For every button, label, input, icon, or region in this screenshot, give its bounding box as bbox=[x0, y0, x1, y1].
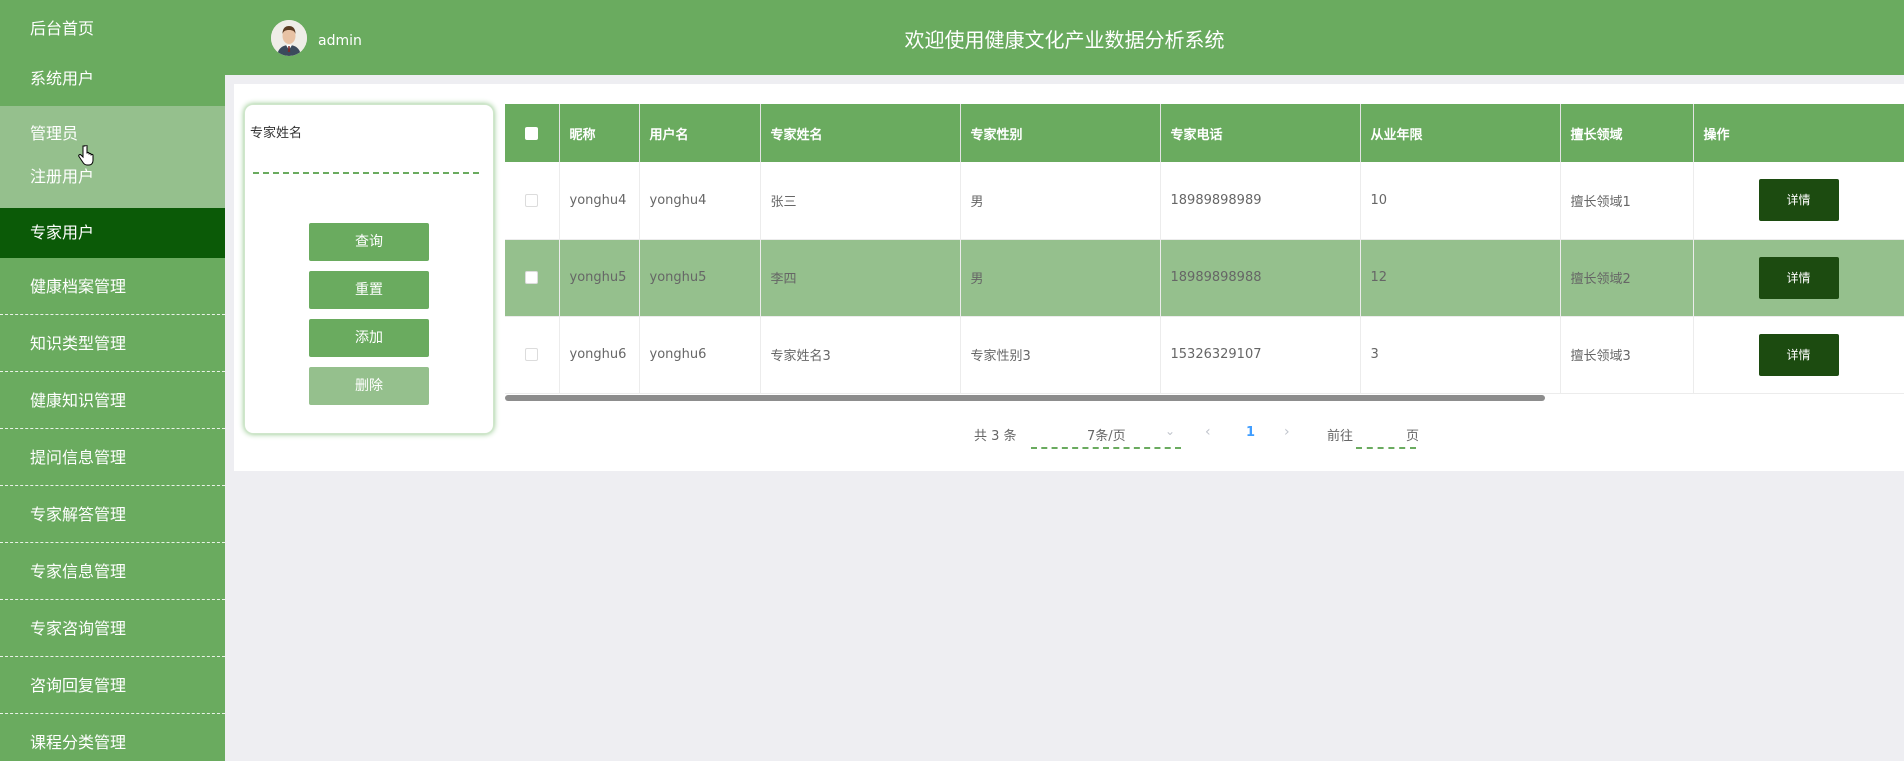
mouse-cursor-icon bbox=[78, 145, 94, 166]
expert-name-label: 专家姓名 bbox=[250, 126, 303, 141]
checkbox-icon bbox=[525, 271, 539, 284]
checkbox-icon bbox=[525, 126, 539, 140]
cell-expert-name: 张三 bbox=[760, 162, 961, 240]
cell-expert-name: 专家姓名3 bbox=[760, 316, 961, 394]
search-panel: 专家姓名 查询 重置 添加 删除 bbox=[244, 104, 494, 434]
cell-field: 擅长领域2 bbox=[1560, 239, 1694, 317]
cell-nickname: yonghu6 bbox=[559, 316, 640, 394]
column-header: 操作 bbox=[1693, 104, 1904, 162]
reset-button[interactable]: 重置 bbox=[309, 271, 429, 309]
column-header: 擅长领域 bbox=[1560, 104, 1694, 162]
sidebar-submenu: 管理员 注册用户 bbox=[0, 106, 225, 208]
add-button[interactable]: 添加 bbox=[309, 319, 429, 357]
sidebar-item-health-knowledge[interactable]: 健康知识管理 bbox=[0, 372, 225, 429]
sidebar-item-expert-answers[interactable]: 专家解答管理 bbox=[0, 486, 225, 543]
cell-gender: 男 bbox=[960, 239, 1161, 317]
select-all-checkbox[interactable] bbox=[505, 104, 560, 162]
column-header: 专家电话 bbox=[1160, 104, 1361, 162]
delete-button[interactable]: 删除 bbox=[309, 367, 429, 405]
cell-gender: 男 bbox=[960, 162, 1161, 240]
top-header: admin 欢迎使用健康文化产业数据分析系统 bbox=[225, 0, 1904, 75]
detail-button[interactable]: 详情 bbox=[1758, 179, 1839, 222]
sidebar-item-knowledge-types[interactable]: 知识类型管理 bbox=[0, 315, 225, 372]
column-header: 用户名 bbox=[639, 104, 761, 162]
sidebar-item-home[interactable]: 后台首页 bbox=[0, 0, 225, 56]
chevron-down-icon: ⌄ bbox=[1165, 424, 1176, 438]
cell-field: 擅长领域1 bbox=[1560, 162, 1694, 240]
cell-actions: 详情 bbox=[1693, 162, 1904, 240]
table-row: yonghu5 yonghu5 李四 男 18989898988 12 擅长领域… bbox=[505, 239, 1904, 317]
page-number-current[interactable]: 1 bbox=[1246, 425, 1255, 440]
sidebar-item-consult-replies[interactable]: 咨询回复管理 bbox=[0, 657, 225, 714]
cell-years: 10 bbox=[1360, 162, 1561, 240]
query-button[interactable]: 查询 bbox=[309, 223, 429, 261]
checkbox-icon bbox=[525, 348, 539, 361]
cell-actions: 详情 bbox=[1693, 239, 1904, 317]
expert-table: 昵称 用户名 专家姓名 专家性别 专家电话 从业年限 擅长领域 操作 yongh… bbox=[505, 104, 1904, 394]
detail-button[interactable]: 详情 bbox=[1758, 256, 1839, 299]
cell-nickname: yonghu5 bbox=[559, 239, 640, 317]
cell-username: yonghu4 bbox=[639, 162, 761, 240]
cell-phone: 15326329107 bbox=[1160, 316, 1361, 394]
cell-nickname: yonghu4 bbox=[559, 162, 640, 240]
goto-label: 前往 bbox=[1327, 429, 1354, 444]
row-checkbox[interactable] bbox=[505, 239, 560, 317]
cell-expert-name: 李四 bbox=[760, 239, 961, 317]
cell-gender: 专家性别3 bbox=[960, 316, 1161, 394]
chevron-left-icon[interactable]: ‹ bbox=[1205, 424, 1211, 440]
chevron-right-icon[interactable]: › bbox=[1284, 424, 1290, 440]
column-header: 专家姓名 bbox=[760, 104, 961, 162]
sidebar-item-system-users[interactable]: 系统用户 bbox=[0, 56, 225, 106]
page-suffix-label: 页 bbox=[1406, 429, 1420, 444]
cell-phone: 18989898989 bbox=[1160, 162, 1361, 240]
expert-table-container: 昵称 用户名 专家姓名 专家性别 专家电话 从业年限 擅长领域 操作 yongh… bbox=[505, 104, 1904, 398]
cell-years: 12 bbox=[1360, 239, 1561, 317]
row-checkbox[interactable] bbox=[505, 316, 560, 394]
horizontal-scrollbar[interactable] bbox=[505, 395, 1545, 401]
cell-phone: 18989898988 bbox=[1160, 239, 1361, 317]
expert-name-input[interactable] bbox=[253, 150, 479, 174]
column-header: 专家性别 bbox=[960, 104, 1161, 162]
cell-username: yonghu5 bbox=[639, 239, 761, 317]
cell-years: 3 bbox=[1360, 316, 1561, 394]
sidebar: 后台首页 系统用户 管理员 注册用户 专家用户 健康档案管理 知识类型管理 健康… bbox=[0, 0, 225, 761]
sidebar-item-health-records[interactable]: 健康档案管理 bbox=[0, 258, 225, 315]
sidebar-item-expert-consult[interactable]: 专家咨询管理 bbox=[0, 600, 225, 657]
sidebar-item-questions[interactable]: 提问信息管理 bbox=[0, 429, 225, 486]
cell-actions: 详情 bbox=[1693, 316, 1904, 394]
row-checkbox[interactable] bbox=[505, 162, 560, 240]
main-panel: 专家姓名 查询 重置 添加 删除 昵称 用户名 专家姓名 专家性别 专家电话 从… bbox=[234, 84, 1904, 471]
table-row: yonghu6 yonghu6 专家姓名3 专家性别3 15326329107 … bbox=[505, 316, 1904, 394]
pagination-total: 共 3 条 bbox=[974, 429, 1017, 444]
page-size-select[interactable]: 7条/页 ⌄ bbox=[1031, 419, 1181, 449]
column-header: 从业年限 bbox=[1360, 104, 1561, 162]
detail-button[interactable]: 详情 bbox=[1758, 333, 1839, 376]
page-size-value: 7条/页 bbox=[1087, 429, 1126, 444]
sidebar-item-expert-info[interactable]: 专家信息管理 bbox=[0, 543, 225, 600]
page-title: 欢迎使用健康文化产业数据分析系统 bbox=[904, 28, 1225, 52]
cell-field: 擅长领域3 bbox=[1560, 316, 1694, 394]
sidebar-item-course-categories[interactable]: 课程分类管理 bbox=[0, 714, 225, 761]
table-row: yonghu4 yonghu4 张三 男 18989898989 10 擅长领域… bbox=[505, 162, 1904, 240]
column-header: 昵称 bbox=[559, 104, 640, 162]
sidebar-item-expert-users[interactable]: 专家用户 bbox=[0, 208, 225, 258]
sidebar-item-admin[interactable]: 管理员 bbox=[0, 106, 225, 158]
sidebar-item-registered-users[interactable]: 注册用户 bbox=[0, 158, 225, 208]
cell-username: yonghu6 bbox=[639, 316, 761, 394]
table-header-row: 昵称 用户名 专家姓名 专家性别 专家电话 从业年限 擅长领域 操作 bbox=[505, 104, 1904, 162]
checkbox-icon bbox=[525, 193, 539, 207]
